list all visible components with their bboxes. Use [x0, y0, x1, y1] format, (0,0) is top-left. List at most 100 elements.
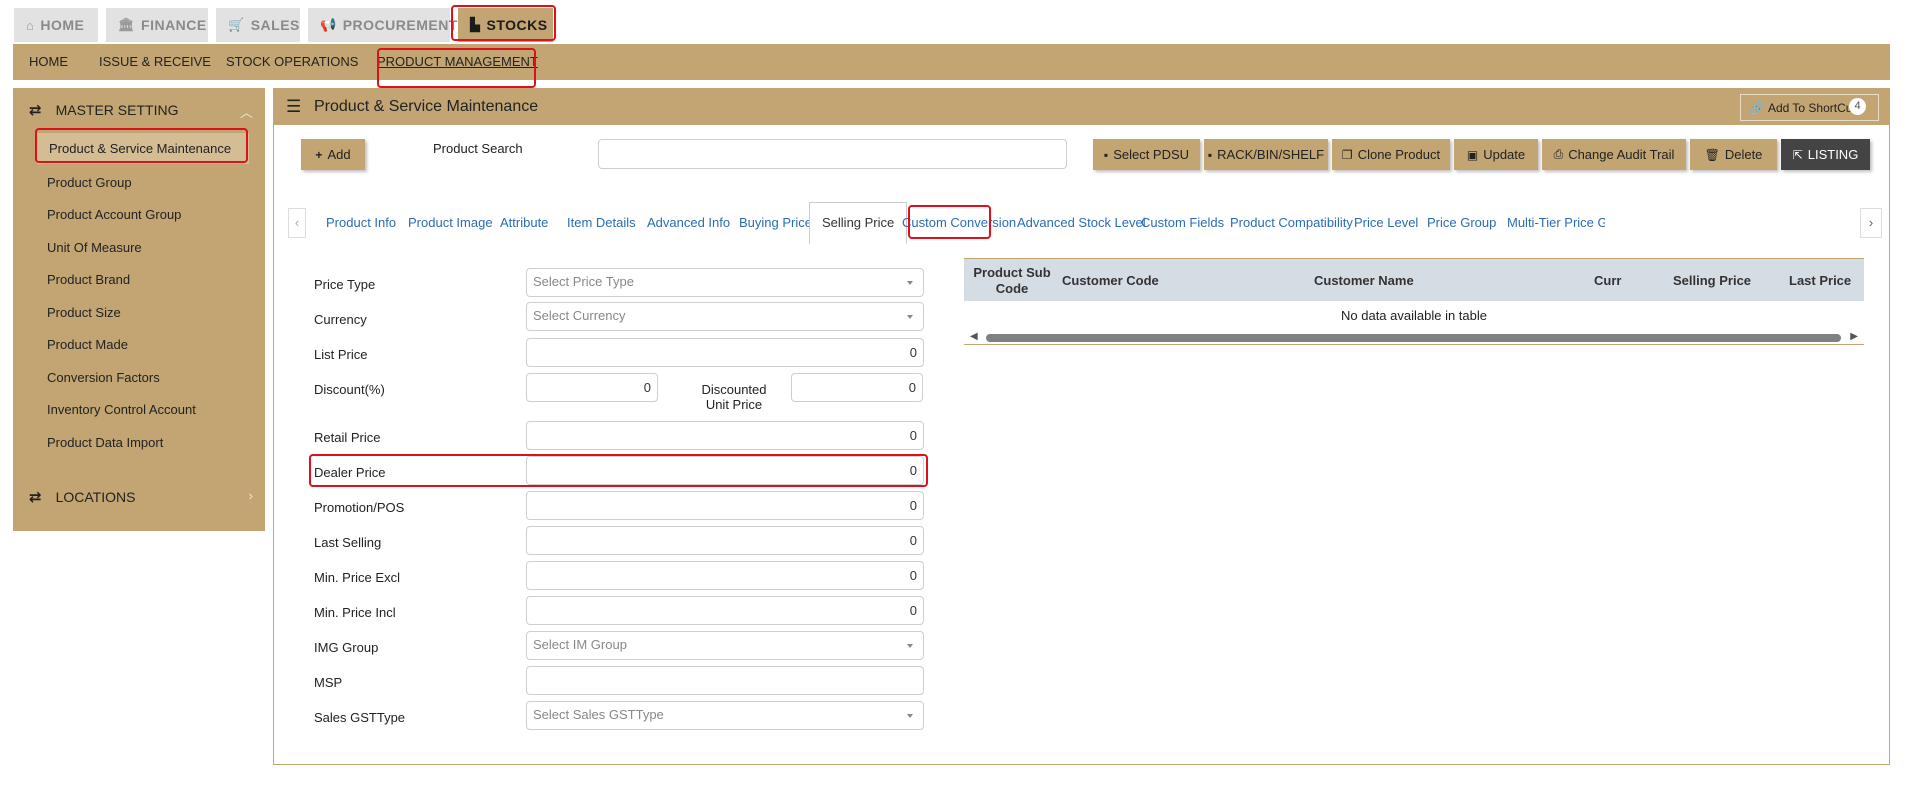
col-customer-code[interactable]: Customer Code	[1062, 259, 1159, 302]
select-pdsu-button[interactable]: ▪ Select PDSU	[1093, 139, 1200, 170]
min-price-excl-input[interactable]: 0	[526, 561, 924, 590]
msp-input[interactable]	[526, 666, 924, 695]
tab-selling-price[interactable]: Selling Price	[809, 202, 908, 244]
list-price-label: List Price	[314, 347, 368, 362]
clone-product-button[interactable]: ❐ Clone Product	[1332, 139, 1450, 170]
scroll-right-icon[interactable]: ▶	[1850, 331, 1858, 342]
module-tab-sales[interactable]: 🛒 SALES	[216, 8, 300, 42]
sidebar-section-locations[interactable]: ⇄ LOCATIONS	[29, 488, 135, 506]
sidebar-section-label: MASTER SETTING	[55, 102, 179, 118]
col-last-price[interactable]: Last Price	[1789, 259, 1851, 302]
sidebar-item-product-account-group[interactable]: Product Account Group	[47, 207, 181, 222]
scrollbar-thumb[interactable]	[986, 334, 1841, 342]
min-price-incl-input[interactable]: 0	[526, 596, 924, 625]
sidebar-item-product-made[interactable]: Product Made	[47, 337, 128, 352]
change-audit-trail-button[interactable]: ⎙ Change Audit Trail	[1542, 139, 1686, 170]
img-group-select[interactable]: Select IM Group	[526, 631, 924, 660]
col-selling-price[interactable]: Selling Price	[1673, 259, 1751, 302]
retail-price-label: Retail Price	[314, 430, 381, 445]
col-curr[interactable]: Curr	[1594, 259, 1621, 302]
sidebar-item-unit-of-measure[interactable]: Unit Of Measure	[47, 240, 142, 255]
tab-multi-tier-price-group[interactable]: Multi-Tier Price G	[1507, 202, 1605, 244]
chevron-right-icon[interactable]: ›	[249, 488, 253, 503]
col-customer-name[interactable]: Customer Name	[1314, 259, 1414, 302]
module-tab-procurement[interactable]: 📢 PROCUREMENT	[308, 8, 457, 42]
sidebar-item-product-brand[interactable]: Product Brand	[47, 272, 130, 287]
tab-price-group[interactable]: Price Group	[1427, 202, 1496, 244]
panel-header: ☰ Product & Service Maintenance 🔗 Add To…	[274, 89, 1889, 125]
sub-nav-product-management[interactable]: PRODUCT MANAGEMENT	[377, 44, 538, 80]
rack-bin-shelf-button[interactable]: ▪ RACK/BIN/SHELF	[1204, 139, 1328, 170]
sidebar-item-product-service-maintenance[interactable]: Product & Service Maintenance	[37, 133, 249, 164]
module-tab-label: STOCKS	[486, 17, 548, 33]
module-tab-bar: ⌂ HOME 🏛 FINANCE 🛒 SALES 📢 PROCUREMENT ▙…	[0, 0, 1907, 44]
last-selling-input[interactable]: 0	[526, 526, 924, 555]
dealer-price-input[interactable]: 0	[526, 456, 924, 485]
archive-icon: ▪	[1103, 147, 1109, 162]
sub-nav-bar: HOME ISSUE & RECEIVE STOCK OPERATIONS PR…	[13, 44, 1890, 80]
sub-nav-issue-receive[interactable]: ISSUE & RECEIVE	[99, 44, 211, 80]
sub-nav-stock-operations[interactable]: STOCK OPERATIONS	[226, 44, 358, 80]
tab-advanced-stock-level[interactable]: Advanced Stock Level	[1017, 202, 1146, 244]
sidebar-item-product-size[interactable]: Product Size	[47, 305, 121, 320]
sidebar-section-label: LOCATIONS	[55, 489, 136, 505]
main-panel: ☰ Product & Service Maintenance 🔗 Add To…	[273, 88, 1890, 765]
currency-select[interactable]: Select Currency	[526, 302, 924, 331]
discount-label: Discount(%)	[314, 382, 385, 397]
chevron-up-icon[interactable]: ︿	[240, 102, 253, 121]
product-search-label: Product Search	[433, 141, 523, 156]
sidebar-item-conversion-factors[interactable]: Conversion Factors	[47, 370, 160, 385]
tab-product-compatibility[interactable]: Product Compatibility	[1230, 202, 1353, 244]
table-horizontal-scrollbar[interactable]: ◀ ▶	[964, 331, 1864, 345]
update-button[interactable]: ▣ Update	[1454, 139, 1538, 170]
page-title: Product & Service Maintenance	[314, 98, 539, 115]
min-price-incl-label: Min. Price Incl	[314, 605, 396, 620]
discounted-unit-price-label-line2: Unit Price	[705, 397, 763, 412]
col-label-line2: Code	[995, 280, 1029, 296]
tab-attribute[interactable]: Attribute	[500, 202, 548, 244]
promotion-pos-label: Promotion/POS	[314, 500, 405, 515]
exit-icon: ⇱	[1792, 147, 1803, 162]
module-tab-label: HOME	[40, 17, 85, 33]
img-group-label: IMG Group	[314, 640, 379, 655]
tab-item-details[interactable]: Item Details	[567, 202, 636, 244]
price-type-select[interactable]: Select Price Type	[526, 268, 924, 297]
tab-price-level[interactable]: Price Level	[1354, 202, 1418, 244]
tab-scroll-right-button[interactable]: ›	[1860, 208, 1882, 238]
tab-custom-fields[interactable]: Custom Fields	[1141, 202, 1224, 244]
module-tab-stocks[interactable]: ▙ STOCKS	[458, 8, 553, 42]
add-to-shortcut-button[interactable]: 🔗 Add To ShortCut 4	[1740, 94, 1879, 121]
tab-custom-conversion[interactable]: Custom Conversion	[902, 202, 1016, 244]
factory-icon: ▙	[470, 17, 481, 32]
delete-button[interactable]: 🗑 Delete	[1690, 139, 1777, 170]
sales-gst-type-select[interactable]: Select Sales GSTType	[526, 701, 924, 730]
tab-product-image[interactable]: Product Image	[408, 202, 493, 244]
tab-scroll-left-button[interactable]: ‹	[288, 208, 306, 238]
module-tab-finance[interactable]: 🏛 FINANCE	[106, 8, 208, 42]
add-button[interactable]: + Add	[301, 139, 365, 170]
tab-buying-price[interactable]: Buying Price	[739, 202, 812, 244]
print-icon: ⎙	[1553, 147, 1564, 161]
scroll-left-icon[interactable]: ◀	[970, 331, 978, 342]
plus-icon: +	[315, 147, 323, 162]
sidebar-item-inventory-control-account[interactable]: Inventory Control Account	[47, 402, 196, 417]
sidebar-item-product-data-import[interactable]: Product Data Import	[47, 435, 163, 450]
sidebar-item-product-group[interactable]: Product Group	[47, 175, 132, 190]
tab-advanced-info[interactable]: Advanced Info	[647, 202, 730, 244]
module-tab-home[interactable]: ⌂ HOME	[14, 8, 98, 42]
archive-icon: ▪	[1207, 147, 1213, 162]
promotion-pos-input[interactable]: 0	[526, 491, 924, 520]
col-product-sub-code[interactable]: Product Sub Code	[972, 259, 1052, 302]
tab-product-info[interactable]: Product Info	[326, 202, 396, 244]
product-search-input[interactable]	[598, 139, 1067, 169]
save-icon: ▣	[1466, 147, 1479, 162]
discount-input[interactable]: 0	[526, 373, 658, 402]
list-price-input[interactable]: 0	[526, 338, 924, 367]
hamburger-menu-icon[interactable]: ☰	[286, 97, 301, 117]
sub-nav-home[interactable]: HOME	[29, 44, 68, 80]
retail-price-input[interactable]: 0	[526, 421, 924, 450]
add-label: Add	[327, 147, 351, 162]
discounted-unit-price-input[interactable]: 0	[791, 373, 923, 402]
listing-button[interactable]: ⇱ LISTING	[1781, 139, 1870, 170]
sidebar-section-master-setting[interactable]: ⇄ MASTER SETTING	[29, 101, 178, 119]
